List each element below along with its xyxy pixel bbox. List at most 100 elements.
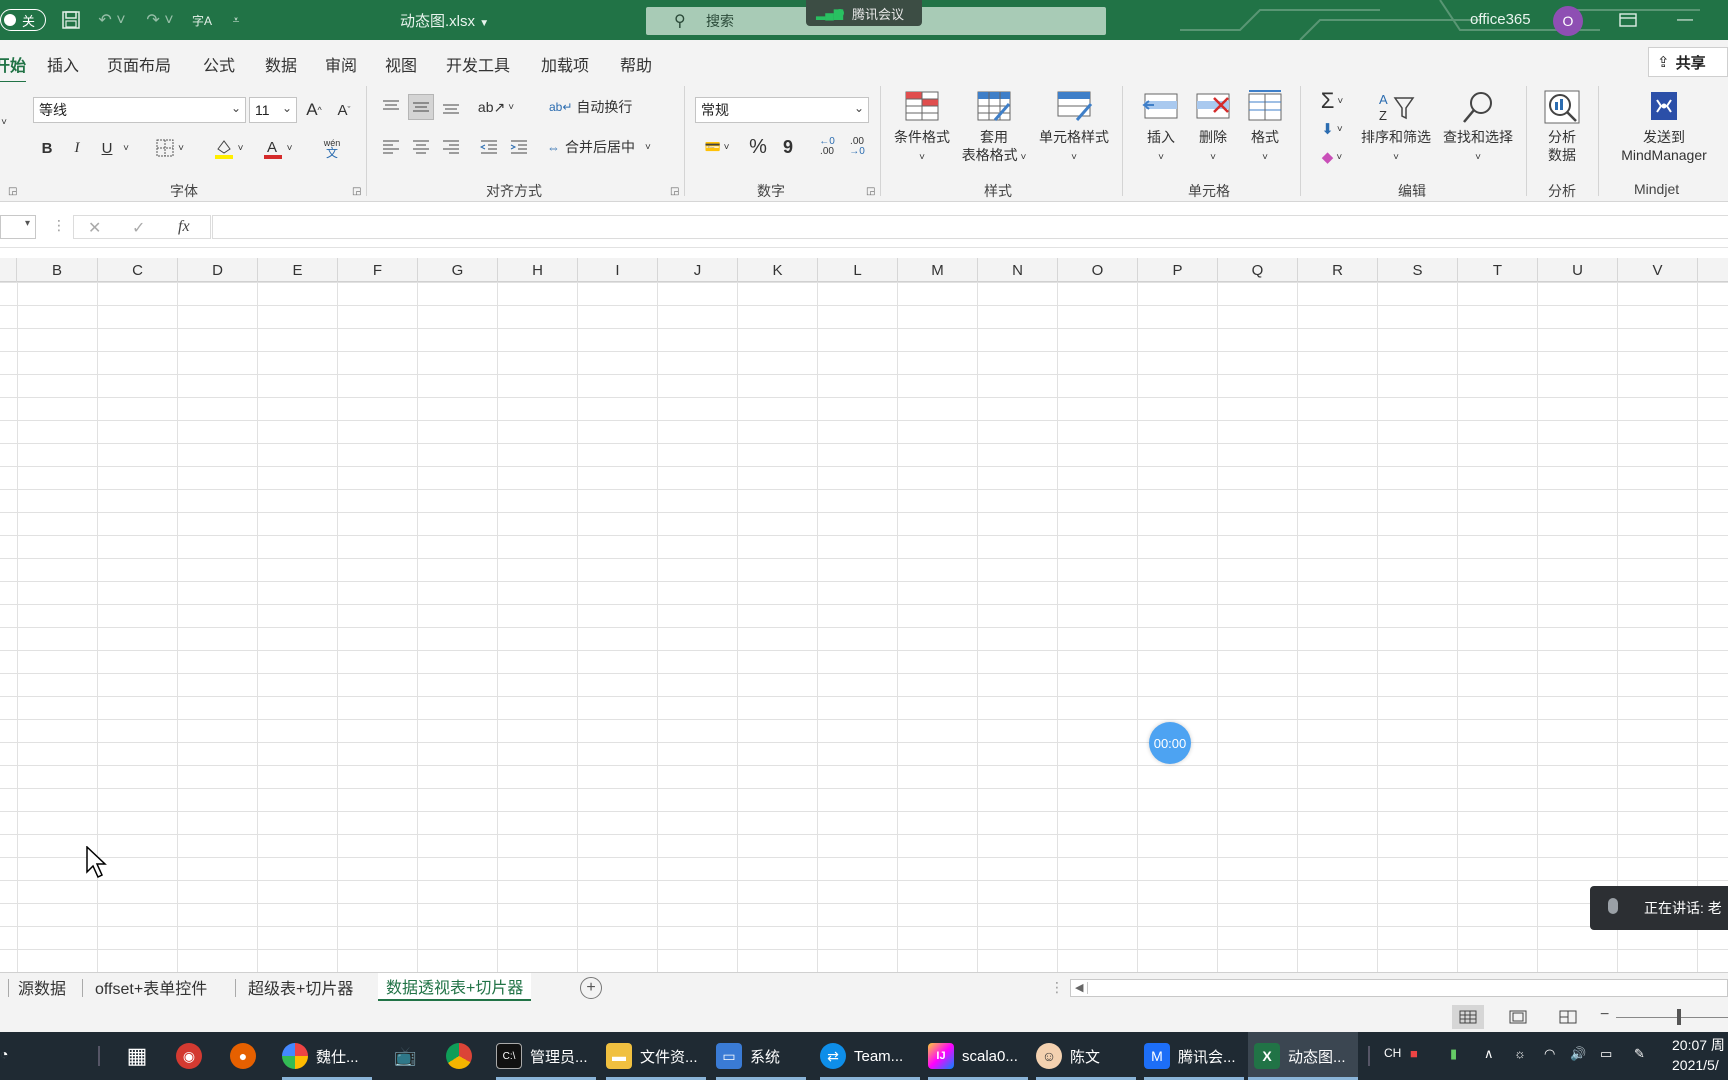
underline-dropdown-icon[interactable]: ˅ — [120, 136, 132, 160]
number-format-select[interactable]: 常规 ⌄ — [695, 97, 869, 123]
align-bottom-button[interactable] — [438, 94, 464, 120]
column-header[interactable]: K — [738, 258, 818, 282]
tab-page-layout[interactable]: 页面布局 — [107, 52, 171, 76]
phonetic-button[interactable]: wén 文 — [312, 134, 352, 162]
fill-color-button[interactable]: ˅ — [208, 134, 248, 162]
ime-icon[interactable]: ■ — [1410, 1046, 1418, 1061]
calculator-app[interactable]: ▦ — [126, 1032, 156, 1080]
wrap-text-button[interactable]: ab↵ 自动换行 — [549, 94, 639, 120]
zoom-slider-thumb[interactable] — [1677, 1009, 1681, 1025]
redo-icon[interactable]: ↷ ˅ — [142, 8, 178, 32]
tab-formulas[interactable]: 公式 — [203, 52, 235, 76]
sheet-tab[interactable]: offset+表单控件 — [95, 973, 207, 1001]
column-header[interactable]: B — [17, 258, 98, 282]
font-launcher-icon[interactable]: ◲ — [352, 186, 361, 197]
autosum-button[interactable]: Σ ˅ — [1312, 88, 1352, 114]
orientation-button[interactable]: ab↗ ˅ — [476, 94, 516, 120]
column-header[interactable]: C — [98, 258, 178, 282]
fill-button[interactable]: ⬇ ˅ — [1312, 116, 1352, 142]
undo-icon[interactable]: ↶ ˅ — [94, 8, 130, 32]
horizontal-scrollbar[interactable]: ◀ — [1070, 979, 1728, 997]
taskbar-item[interactable]: 魏仕... — [282, 1032, 372, 1080]
align-right-button[interactable] — [438, 134, 464, 160]
increase-indent-button[interactable] — [506, 134, 532, 160]
number-launcher-icon[interactable]: ◲ — [866, 186, 875, 197]
taskbar-item[interactable]: C:\ 管理员... — [496, 1032, 596, 1080]
normal-view-button[interactable] — [1452, 1005, 1484, 1029]
taskbar-item[interactable]: ⇄ Team... — [820, 1032, 920, 1080]
tab-help[interactable]: 帮助 — [620, 52, 652, 76]
show-hidden-icons[interactable]: ∧ — [1484, 1046, 1494, 1062]
percent-button[interactable]: % — [745, 134, 771, 160]
analyze-data-button[interactable]: 分析 数据 — [1534, 90, 1590, 164]
tab-data[interactable]: 数据 — [265, 52, 297, 76]
zoom-out-icon[interactable]: − — [1600, 1006, 1609, 1024]
align-center-button[interactable] — [408, 134, 434, 160]
scroll-thumb[interactable] — [1087, 982, 1727, 994]
grow-font-button[interactable]: A ^ — [303, 97, 325, 123]
insert-function-button[interactable]: fx — [178, 218, 190, 236]
tab-review[interactable]: 审阅 — [325, 52, 357, 76]
wifi-icon[interactable]: ◠ — [1544, 1046, 1555, 1062]
italic-button[interactable]: I — [66, 136, 88, 160]
borders-button[interactable]: ˅ — [152, 136, 188, 160]
battery-app-icon[interactable]: ▮ — [1450, 1046, 1457, 1062]
shrink-font-button[interactable]: Aˇ — [333, 97, 355, 123]
taskbar-item[interactable]: ☺ 陈文 — [1036, 1032, 1136, 1080]
column-header[interactable]: F — [338, 258, 418, 282]
font-name-select[interactable]: 等线 ⌄ — [33, 97, 246, 123]
merge-center-button[interactable]: ⇔ 合并后居中 ˅ — [547, 134, 671, 160]
grip-icon[interactable]: ⋮ — [52, 217, 66, 234]
insert-cells-button[interactable]: 插入 ˅ — [1136, 90, 1186, 167]
find-select-button[interactable]: 查找和选择 ˅ — [1438, 90, 1518, 167]
clear-button[interactable]: ◆ ˅ — [1312, 144, 1352, 170]
clipboard-overflow-icon[interactable]: ˅ — [0, 112, 8, 132]
column-header[interactable]: H — [498, 258, 578, 282]
minimize-icon[interactable]: — — [1672, 8, 1698, 32]
autosave-toggle[interactable]: 关 — [0, 9, 46, 31]
align-middle-button[interactable] — [408, 94, 434, 120]
formula-input[interactable] — [212, 215, 1728, 239]
taskbar-item-active[interactable]: X 动态图... — [1248, 1032, 1358, 1080]
meeting-badge[interactable]: ▂▄▆ 腾讯会议 — [806, 0, 922, 26]
column-header[interactable]: R — [1298, 258, 1378, 282]
save-icon[interactable] — [58, 8, 84, 32]
tab-view[interactable]: 视图 — [385, 52, 417, 76]
volume-icon[interactable]: 🔊 — [1570, 1046, 1586, 1062]
tab-add-ins[interactable]: 加载项 — [541, 52, 589, 76]
column-header[interactable]: N — [978, 258, 1058, 282]
column-header[interactable]: G — [418, 258, 498, 282]
column-header[interactable]: Q — [1218, 258, 1298, 282]
font-size-select[interactable]: 11 ⌄ — [249, 97, 297, 123]
decrease-decimal-button[interactable]: .00 →0 — [844, 134, 870, 160]
format-cells-button[interactable]: 格式 ˅ — [1240, 90, 1290, 167]
font-color-button[interactable]: A ˅ — [257, 134, 297, 162]
taskbar-item[interactable]: IJ scala0... — [928, 1032, 1028, 1080]
column-header[interactable]: P — [1138, 258, 1218, 282]
column-header[interactable]: J — [658, 258, 738, 282]
media-app[interactable]: 📺 — [394, 1032, 424, 1080]
sheet-tab[interactable]: 源数据 — [18, 973, 66, 1001]
column-header[interactable]: M — [898, 258, 978, 282]
start-partial-icon[interactable]: ◔ — [0, 1046, 8, 1062]
sheet-tab[interactable]: 超级表+切片器 — [248, 973, 353, 1001]
send-to-mindmanager-button[interactable]: 发送到 MindManager — [1604, 90, 1724, 164]
netease-music-app[interactable]: ◉ — [176, 1032, 210, 1080]
cell-styles-button[interactable]: 单元格样式 ˅ — [1034, 90, 1114, 167]
chrome-app[interactable] — [446, 1032, 480, 1080]
increase-decimal-button[interactable]: ←0.00 — [814, 134, 840, 160]
recording-timer[interactable]: 00:00 — [1149, 722, 1191, 764]
spell-check-icon[interactable]: 字A — [190, 8, 214, 32]
cell-grid[interactable] — [0, 282, 1728, 972]
firefox-app[interactable]: ● — [230, 1032, 264, 1080]
column-header[interactable]: L — [818, 258, 898, 282]
zoom-slider[interactable] — [1616, 1017, 1728, 1018]
sheet-tab-active[interactable]: 数据透视表+切片器 — [378, 973, 532, 1001]
underline-button[interactable]: U — [96, 136, 118, 160]
tab-insert[interactable]: 插入 — [47, 52, 79, 76]
delete-cells-button[interactable]: 删除 ˅ — [1188, 90, 1238, 167]
column-header[interactable]: S — [1378, 258, 1458, 282]
ribbon-display-icon[interactable] — [1614, 8, 1642, 32]
bold-button[interactable]: B — [36, 136, 58, 160]
grip-icon[interactable]: ⋮ — [1050, 979, 1064, 996]
